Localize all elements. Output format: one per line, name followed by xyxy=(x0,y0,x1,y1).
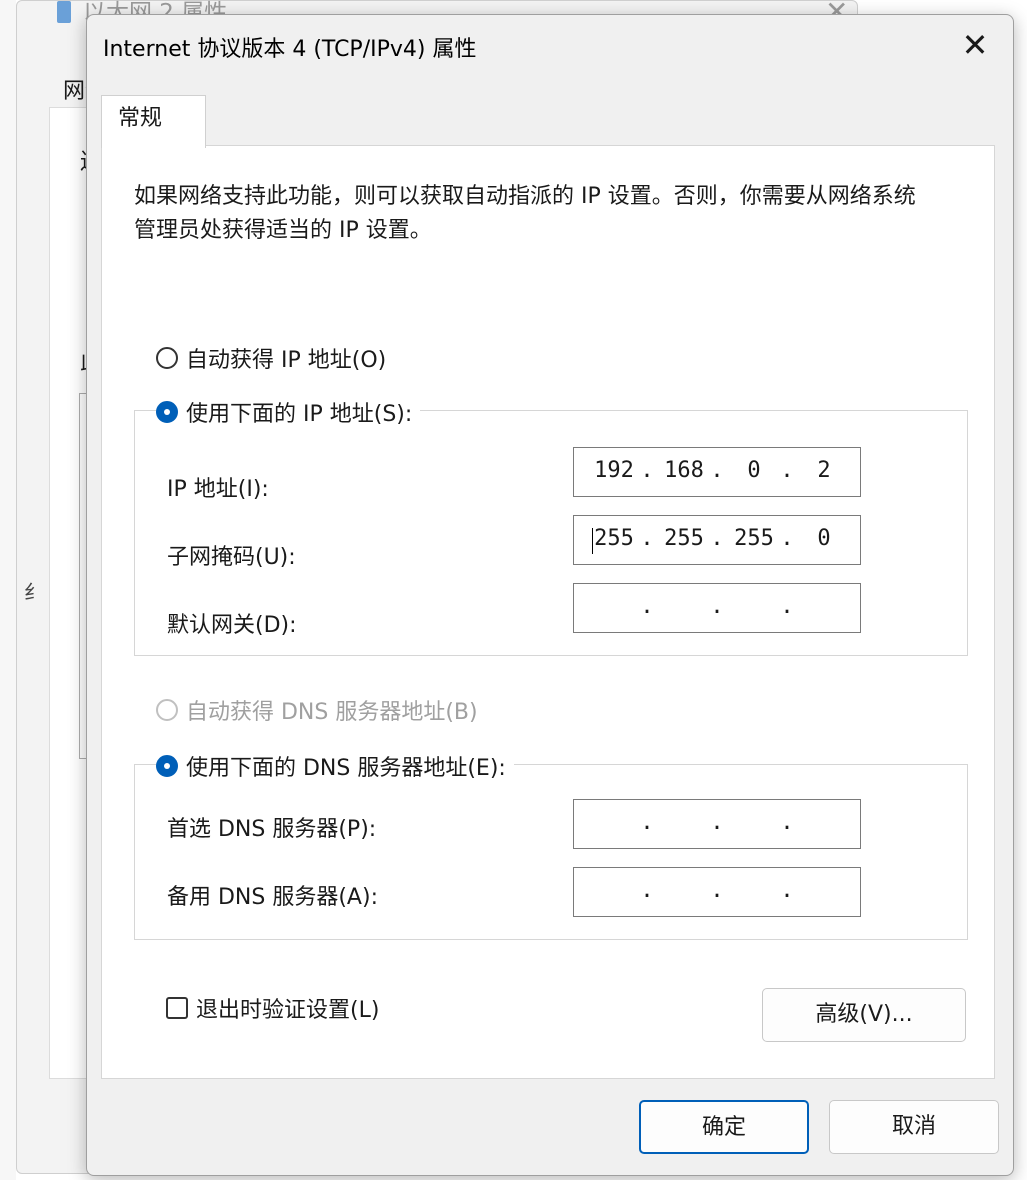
auto-ip-radio-row[interactable]: 自动获得 IP 地址(O) xyxy=(156,342,395,374)
octet-separator: . xyxy=(780,594,794,619)
preferred-dns-field[interactable]: . . . xyxy=(573,799,861,849)
default-gateway-label: 默认网关(D): xyxy=(167,613,297,638)
radio-selected-icon[interactable] xyxy=(156,755,178,777)
close-icon[interactable]: ✕ xyxy=(953,25,997,65)
general-tab-panel: 如果网络支持此功能，则可以获取自动指派的 IP 设置。否则，你需要从网络系统管理… xyxy=(101,145,995,1079)
ip-address-field[interactable]: 192 . 168 . 0 . 2 xyxy=(573,447,861,497)
validate-on-exit-row[interactable]: 退出时验证设置(L) xyxy=(166,992,379,1024)
octet-separator: . xyxy=(710,526,724,551)
octet-separator: . xyxy=(640,458,654,483)
dns-server-group: 首选 DNS 服务器(P): . . . 备用 DNS 服务器(A): . . … xyxy=(134,764,968,940)
manual-dns-radio-row[interactable]: 使用下面的 DNS 服务器地址(E): xyxy=(156,750,514,782)
octet-separator: . xyxy=(640,810,654,835)
octet: 0 xyxy=(817,526,831,551)
octet: 0 xyxy=(747,458,761,483)
octet-separator: . xyxy=(710,458,724,483)
manual-dns-label: 使用下面的 DNS 服务器地址(E): xyxy=(186,756,506,781)
octet: 255 xyxy=(734,526,774,551)
radio-selected-icon[interactable] xyxy=(156,401,178,423)
octet: 255 xyxy=(664,526,704,551)
manual-ip-radio-row[interactable]: 使用下面的 IP 地址(S): xyxy=(156,396,421,428)
octet: 2 xyxy=(817,458,831,483)
subnet-mask-field[interactable]: 255 . 255 . 255 . 0 xyxy=(573,515,861,565)
subnet-mask-label: 子网掩码(U): xyxy=(167,545,296,570)
network-adapter-icon xyxy=(57,1,71,23)
octet-separator: . xyxy=(710,878,724,903)
auto-ip-label: 自动获得 IP 地址(O) xyxy=(186,348,387,373)
auto-dns-radio-row[interactable]: 自动获得 DNS 服务器地址(B) xyxy=(156,694,486,726)
description-text: 如果网络支持此功能，则可以获取自动指派的 IP 设置。否则，你需要从网络系统管理… xyxy=(134,184,916,243)
octet-separator: . xyxy=(640,878,654,903)
manual-ip-label: 使用下面的 IP 地址(S): xyxy=(186,402,413,427)
octet-separator: . xyxy=(710,810,724,835)
background-label-side: 纟 xyxy=(24,580,44,604)
default-gateway-field[interactable]: . . . xyxy=(573,583,861,633)
octet: 168 xyxy=(664,458,704,483)
octet-separator: . xyxy=(640,526,654,551)
auto-dns-label: 自动获得 DNS 服务器地址(B) xyxy=(186,700,478,725)
octet-separator: . xyxy=(710,594,724,619)
octet-separator: . xyxy=(780,526,794,551)
octet-separator: . xyxy=(780,458,794,483)
radio-icon[interactable] xyxy=(156,347,178,369)
alternate-dns-label: 备用 DNS 服务器(A): xyxy=(167,885,378,910)
ipv4-properties-dialog: Internet 协议版本 4 (TCP/IPv4) 属性 ✕ 常规 如果网络支… xyxy=(86,14,1014,1176)
validate-checkbox[interactable] xyxy=(166,997,188,1019)
dialog-title: Internet 协议版本 4 (TCP/IPv4) 属性 xyxy=(103,37,477,62)
alternate-dns-field[interactable]: . . . xyxy=(573,867,861,917)
octet: 192 xyxy=(594,458,634,483)
octet-separator: . xyxy=(780,878,794,903)
cancel-button[interactable]: 取消 xyxy=(829,1100,999,1154)
octet-separator: . xyxy=(640,594,654,619)
ip-address-label: IP 地址(I): xyxy=(167,477,269,502)
ip-address-group: IP 地址(I): 192 . 168 . 0 . 2 子网掩码(U): 255… xyxy=(134,410,968,656)
octet-separator: . xyxy=(780,810,794,835)
tab-general[interactable]: 常规 xyxy=(101,95,206,148)
ok-button[interactable]: 确定 xyxy=(639,1100,809,1154)
left-background-strip xyxy=(0,0,16,1180)
preferred-dns-label: 首选 DNS 服务器(P): xyxy=(167,817,377,842)
radio-disabled-icon[interactable] xyxy=(156,699,178,721)
advanced-button[interactable]: 高级(V)... xyxy=(762,988,966,1042)
octet: 255 xyxy=(594,526,634,551)
validate-on-exit-label: 退出时验证设置(L) xyxy=(196,998,380,1023)
